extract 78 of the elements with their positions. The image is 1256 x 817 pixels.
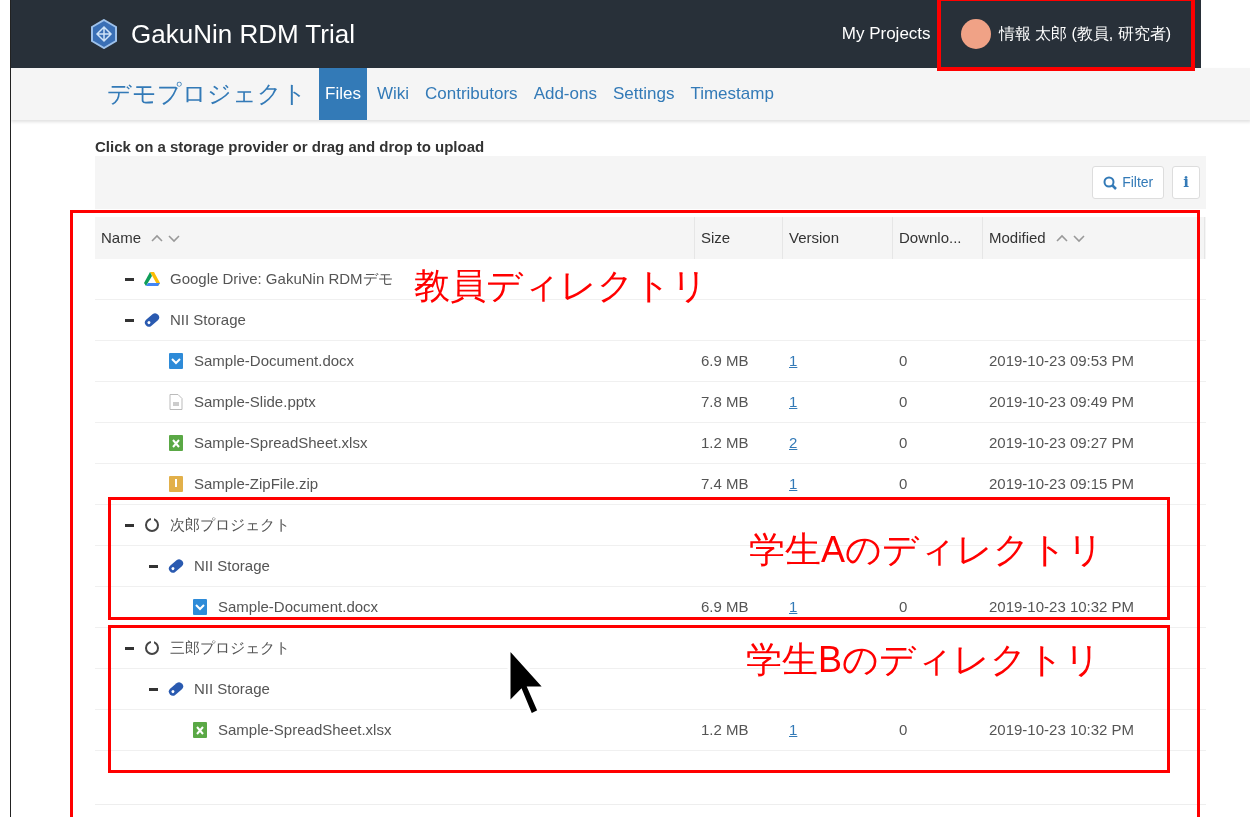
version-link[interactable]: 1 bbox=[789, 720, 798, 738]
version-link[interactable]: 1 bbox=[789, 474, 798, 492]
download-count: 0 bbox=[899, 351, 908, 369]
nav-link[interactable]: My Projects bbox=[841, 21, 931, 47]
modified-date: 2019-10-23 10:32 PM bbox=[989, 720, 1135, 738]
annotation-label: 学生Aのディレクトリ bbox=[749, 532, 1104, 568]
file-name[interactable]: Sample-SpreadSheet.xlsx bbox=[194, 431, 368, 455]
collapse-toggle-icon[interactable] bbox=[125, 318, 134, 322]
version-link[interactable]: 1 bbox=[789, 392, 798, 410]
file-size: 7.8 MB bbox=[701, 392, 749, 410]
search-icon bbox=[1103, 176, 1118, 191]
file-name[interactable]: Sample-ZipFile.zip bbox=[194, 472, 319, 496]
brand-name[interactable]: GakuNin RDM Trial bbox=[131, 14, 355, 54]
modified-date: 2019-10-23 09:49 PM bbox=[989, 392, 1135, 410]
folder-name[interactable]: NII Storage bbox=[170, 308, 246, 332]
project-tab[interactable]: Files bbox=[319, 68, 367, 120]
user-menu[interactable]: 情報 太郎 (教員, 研究者) bbox=[954, 15, 1177, 53]
logo-icon bbox=[89, 19, 119, 49]
document-icon bbox=[168, 353, 184, 369]
file-size: 1.2 MB bbox=[701, 433, 749, 451]
file-name[interactable]: Sample-Slide.pptx bbox=[194, 390, 316, 414]
version-link[interactable]: 1 bbox=[789, 351, 798, 369]
circle-icon bbox=[144, 640, 160, 656]
pill-icon bbox=[168, 558, 184, 574]
column-header[interactable]: Downlo... bbox=[899, 226, 962, 250]
collapse-toggle-icon[interactable] bbox=[125, 277, 134, 281]
annotation-label: 学生Bのディレクトリ bbox=[746, 642, 1101, 678]
column-header[interactable]: Version bbox=[789, 226, 840, 250]
file-size: 6.9 MB bbox=[701, 351, 749, 369]
collapse-toggle-icon[interactable] bbox=[125, 646, 134, 650]
folder-name[interactable]: 三郎プロジェクト bbox=[170, 636, 290, 660]
upload-hint: Click on a storage provider or drag and drop to upload bbox=[95, 137, 486, 156]
annotation-label: 教員ディレクトリ bbox=[414, 268, 708, 304]
document-icon bbox=[192, 599, 208, 615]
file-icon bbox=[168, 394, 184, 410]
modified-date: 2019-10-23 09:27 PM bbox=[989, 433, 1135, 451]
collapse-toggle-icon[interactable] bbox=[149, 687, 158, 691]
download-count: 0 bbox=[899, 433, 908, 451]
file-name[interactable]: Sample-Document.docx bbox=[194, 349, 355, 373]
modified-date: 2019-10-23 09:53 PM bbox=[989, 351, 1135, 369]
folder-name[interactable]: NII Storage bbox=[194, 677, 270, 701]
project-tab[interactable]: Settings bbox=[606, 68, 681, 120]
version-link[interactable]: 2 bbox=[789, 433, 798, 451]
column-header[interactable]: Name bbox=[101, 226, 141, 250]
project-tab[interactable]: Wiki bbox=[370, 68, 415, 120]
project-tab[interactable]: Add-ons bbox=[527, 68, 603, 120]
file-size: 6.9 MB bbox=[701, 597, 749, 615]
spreadsheet-icon bbox=[192, 722, 208, 738]
folder-name[interactable]: NII Storage bbox=[194, 554, 270, 578]
project-tab[interactable]: Contributors bbox=[419, 68, 524, 120]
filter-button[interactable]: Filter bbox=[1092, 166, 1165, 199]
file-size: 7.4 MB bbox=[701, 474, 749, 492]
drive-icon bbox=[144, 271, 160, 287]
column-header[interactable]: Size bbox=[701, 226, 731, 250]
folder-name[interactable]: 次郎プロジェクト bbox=[170, 513, 290, 537]
circle-icon bbox=[144, 517, 160, 533]
download-count: 0 bbox=[899, 392, 908, 410]
spreadsheet-icon bbox=[168, 435, 184, 451]
project-title[interactable]: デモプロジェクト bbox=[107, 76, 307, 112]
archive-icon bbox=[168, 476, 184, 492]
pill-icon bbox=[144, 312, 160, 328]
file-name[interactable]: Sample-SpreadSheet.xlsx bbox=[218, 718, 392, 742]
folder-name[interactable]: Google Drive: GakuNin RDMデモ bbox=[170, 267, 393, 291]
download-count: 0 bbox=[899, 597, 908, 615]
download-count: 0 bbox=[899, 720, 908, 738]
pill-icon bbox=[168, 681, 184, 697]
file-size: 1.2 MB bbox=[701, 720, 749, 738]
project-tab[interactable]: Timestamp bbox=[684, 68, 780, 120]
modified-date: 2019-10-23 10:32 PM bbox=[989, 597, 1135, 615]
column-header[interactable]: Modified bbox=[989, 226, 1046, 250]
avatar-icon bbox=[960, 19, 991, 49]
collapse-toggle-icon[interactable] bbox=[149, 564, 158, 568]
download-count: 0 bbox=[899, 474, 908, 492]
collapse-toggle-icon[interactable] bbox=[125, 523, 134, 527]
file-name[interactable]: Sample-Document.docx bbox=[218, 595, 379, 619]
modified-date: 2019-10-23 09:15 PM bbox=[989, 474, 1135, 492]
info-button[interactable]: i bbox=[1172, 166, 1200, 199]
version-link[interactable]: 1 bbox=[789, 597, 798, 615]
